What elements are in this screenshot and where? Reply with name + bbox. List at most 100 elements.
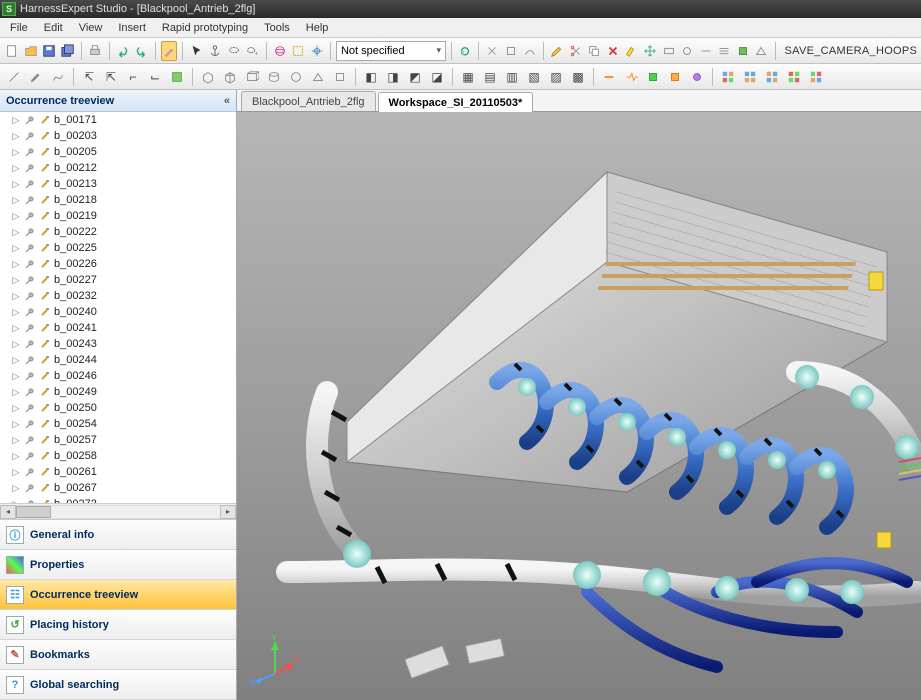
op-b-icon[interactable]: ◨ (383, 67, 403, 87)
expand-icon[interactable]: ▷ (12, 228, 20, 236)
harness-c-icon[interactable] (643, 67, 663, 87)
harness-e-icon[interactable] (687, 67, 707, 87)
tab-workspace[interactable]: Workspace_SI_20110503* (378, 92, 534, 112)
tree-item[interactable]: ▷b_00261 (0, 464, 236, 480)
tool-g-icon[interactable] (716, 41, 733, 61)
tree-item[interactable]: ▷b_00254 (0, 416, 236, 432)
curve-tool-icon[interactable] (48, 67, 68, 87)
op-a-icon[interactable]: ◧ (361, 67, 381, 87)
t3-icon[interactable]: ⌐ (123, 67, 143, 87)
filter-dropdown[interactable]: Not specified (336, 41, 446, 61)
expand-icon[interactable]: ▷ (12, 164, 20, 172)
tree-item[interactable]: ▷b_00240 (0, 304, 236, 320)
tree-item[interactable]: ▷b_00272 (0, 496, 236, 503)
horizontal-scrollbar[interactable]: ◂ ▸ (0, 503, 236, 519)
tree-item[interactable]: ▷b_00246 (0, 368, 236, 384)
nav-general-info[interactable]: ⓘ General info (0, 520, 236, 550)
scroll-thumb[interactable] (16, 506, 51, 518)
expand-icon[interactable]: ▷ (12, 292, 20, 300)
expand-icon[interactable]: ▷ (12, 212, 20, 220)
shape-edit-icon[interactable] (167, 67, 187, 87)
t4-icon[interactable]: ⌙ (145, 67, 165, 87)
tree-item[interactable]: ▷b_00249 (0, 384, 236, 400)
tool-e-icon[interactable] (679, 41, 696, 61)
expand-icon[interactable]: ▷ (12, 180, 20, 188)
3d-viewport[interactable]: X Y Z (237, 112, 921, 700)
lasso-icon[interactable] (225, 41, 242, 61)
m2-icon[interactable]: ▤ (480, 67, 500, 87)
grid-b-icon[interactable] (740, 67, 760, 87)
box-e-icon[interactable] (286, 67, 306, 87)
line-tool-icon[interactable] (4, 67, 24, 87)
tree-item[interactable]: ▷b_00222 (0, 224, 236, 240)
tree-item[interactable]: ▷b_00243 (0, 336, 236, 352)
tree-item[interactable]: ▷b_00257 (0, 432, 236, 448)
menu-edit[interactable]: Edit (36, 20, 71, 36)
expand-icon[interactable]: ▷ (12, 116, 20, 124)
menu-view[interactable]: View (71, 20, 111, 36)
nav-properties[interactable]: Properties (0, 550, 236, 580)
tree-item[interactable]: ▷b_00203 (0, 128, 236, 144)
expand-icon[interactable]: ▷ (12, 340, 20, 348)
pointer-icon[interactable] (188, 41, 205, 61)
expand-icon[interactable]: ▷ (12, 372, 20, 380)
tab-blackpool[interactable]: Blackpool_Antrieb_2flg (241, 91, 376, 111)
tree-item[interactable]: ▷b_00244 (0, 352, 236, 368)
op-c-icon[interactable]: ◩ (405, 67, 425, 87)
tree-item[interactable]: ▷b_00227 (0, 272, 236, 288)
tree-item[interactable]: ▷b_00171 (0, 112, 236, 128)
tree-item[interactable]: ▷b_00226 (0, 256, 236, 272)
select-box-icon[interactable] (290, 41, 307, 61)
edit-icon[interactable] (549, 41, 566, 61)
nav-global-searching[interactable]: ? Global searching (0, 670, 236, 700)
expand-icon[interactable]: ▷ (12, 324, 20, 332)
print-icon[interactable] (87, 41, 104, 61)
box-c-icon[interactable] (242, 67, 262, 87)
nav-bookmarks[interactable]: ✎ Bookmarks (0, 640, 236, 670)
m6-icon[interactable]: ▩ (568, 67, 588, 87)
copy-btn-icon[interactable] (586, 41, 603, 61)
axis-gizmo[interactable]: X Y Z (247, 634, 303, 690)
tree-item[interactable]: ▷b_00250 (0, 400, 236, 416)
t2-icon[interactable]: ⇱ (101, 67, 121, 87)
scroll-track[interactable] (16, 505, 220, 519)
tool-i-icon[interactable] (753, 41, 770, 61)
wizard-icon[interactable] (161, 41, 178, 61)
menu-rapid-prototyping[interactable]: Rapid prototyping (154, 20, 256, 36)
tool-h-icon[interactable] (735, 41, 752, 61)
t1-icon[interactable]: ↸ (79, 67, 99, 87)
tree-item[interactable]: ▷b_00212 (0, 160, 236, 176)
menu-help[interactable]: Help (298, 20, 337, 36)
menu-tools[interactable]: Tools (256, 20, 298, 36)
box-b-icon[interactable] (220, 67, 240, 87)
tree-item[interactable]: ▷b_00267 (0, 480, 236, 496)
harness-b-icon[interactable] (621, 67, 641, 87)
expand-icon[interactable]: ▷ (12, 484, 20, 492)
expand-icon[interactable]: ▷ (12, 452, 20, 460)
orbit-icon[interactable] (271, 41, 288, 61)
new-icon[interactable] (4, 41, 21, 61)
cut-icon[interactable] (567, 41, 584, 61)
lasso-plus-icon[interactable]: + (244, 41, 261, 61)
scroll-left-icon[interactable]: ◂ (0, 505, 16, 519)
op-d-icon[interactable]: ◪ (427, 67, 447, 87)
tree-item[interactable]: ▷b_00225 (0, 240, 236, 256)
expand-icon[interactable]: ▷ (12, 276, 20, 284)
expand-icon[interactable]: ▷ (12, 196, 20, 204)
tree-item[interactable]: ▷b_00213 (0, 176, 236, 192)
box-f-icon[interactable] (308, 67, 328, 87)
expand-icon[interactable]: ▷ (12, 356, 20, 364)
grid-c-icon[interactable] (762, 67, 782, 87)
harness-d-icon[interactable] (665, 67, 685, 87)
expand-icon[interactable]: ▷ (12, 436, 20, 444)
undo-icon[interactable] (115, 41, 132, 61)
m4-icon[interactable]: ▧ (524, 67, 544, 87)
tool-d-icon[interactable] (660, 41, 677, 61)
expand-icon[interactable]: ▷ (12, 148, 20, 156)
expand-icon[interactable]: ▷ (12, 244, 20, 252)
tree-item[interactable]: ▷b_00218 (0, 192, 236, 208)
tree-item[interactable]: ▷b_00219 (0, 208, 236, 224)
m5-icon[interactable]: ▨ (546, 67, 566, 87)
tree-view[interactable]: ▷b_00171▷b_00203▷b_00205▷b_00212▷b_00213… (0, 112, 236, 503)
anchor-icon[interactable] (207, 41, 224, 61)
